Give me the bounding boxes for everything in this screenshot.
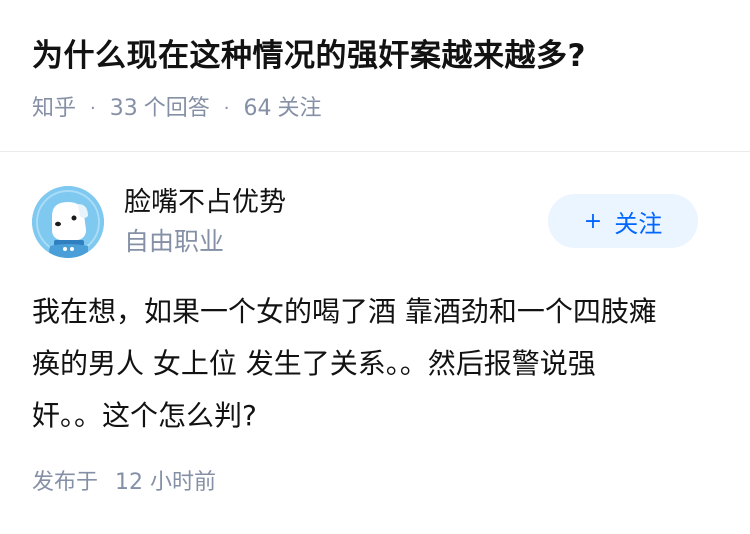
question-meta: 知乎 · 33 个回答 · 64 关注 [32,92,322,126]
meta-separator: · [223,98,230,119]
author-info: 脸嘴不占优势 自由职业 [124,183,286,261]
followers-count: 64 [243,96,272,121]
answers-count: 33 [109,96,138,121]
avatar[interactable] [32,186,104,258]
answers-label[interactable]: 个回答 [144,92,210,126]
author-name[interactable]: 脸嘴不占优势 [124,183,286,223]
answer-line: 我在想，如果一个女的喝了酒 靠酒劲和一个四肢瘫 [32,295,657,328]
author-bio: 自由职业 [124,227,225,256]
follow-button[interactable]: + 关注 [548,194,698,248]
plus-icon: + [583,208,603,234]
section-divider [0,151,750,152]
answer-page: 为什么现在这种情况的强奸案越来越多? 知乎 · 33 个回答 · 64 关注 脸… [0,0,750,534]
publish-time: 发布于 12 小时前 [32,466,216,500]
author-card: 脸嘴不占优势 自由职业 [32,183,286,261]
answer-content: 我在想，如果一个女的喝了酒 靠酒劲和一个四肢瘫 痪的男人 女上位 发生了关系。。… [32,286,722,442]
publish-time-value: 12 小时前 [115,470,217,495]
source-label[interactable]: 知乎 [32,92,76,126]
cartoon-dog-avatar-icon [32,186,104,258]
answer-line: 奸。。这个怎么判? [32,399,257,432]
question-title[interactable]: 为什么现在这种情况的强奸案越来越多? [32,32,586,80]
follow-button-label: 关注 [614,209,663,238]
publish-label: 发布于 [32,470,99,495]
followers-label: 关注 [277,96,322,121]
meta-separator: · [90,98,96,119]
answer-line: 痪的男人 女上位 发生了关系。。然后报警说强 [32,347,596,380]
